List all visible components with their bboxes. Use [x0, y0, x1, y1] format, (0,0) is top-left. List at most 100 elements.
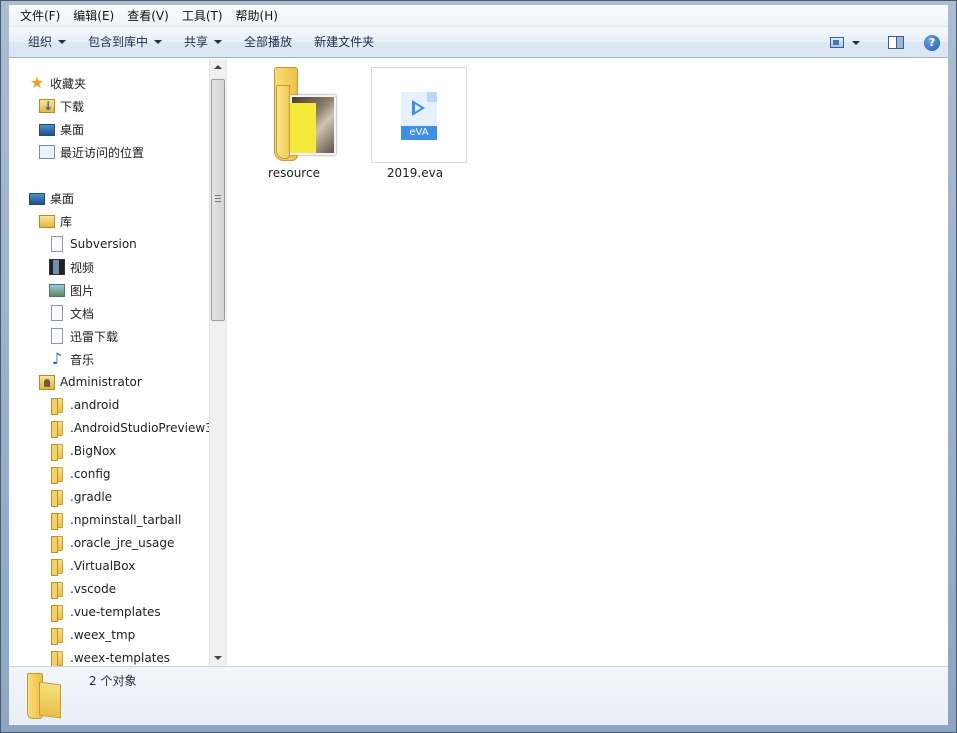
help-icon[interactable]: ?: [924, 34, 940, 51]
nav-folder[interactable]: .AndroidStudioPreview3: [49, 417, 213, 439]
nav-folder-label: .vscode: [70, 582, 117, 596]
organize-label: 组织: [28, 34, 53, 49]
nav-item-label: 下载: [60, 99, 85, 114]
nav-item-recent[interactable]: 最近访问的位置: [39, 141, 144, 163]
nav-folder-label: .BigNox: [70, 444, 117, 458]
nav-folder-label: .oracle_jre_usage: [70, 536, 175, 550]
library-icon: [39, 214, 55, 228]
preview-pane-icon[interactable]: [888, 36, 904, 49]
desktop-icon: [39, 124, 55, 136]
menu-edit[interactable]: 编辑(E): [68, 5, 122, 27]
chevron-down-icon: [58, 40, 67, 44]
nav-item-label: 文档: [70, 306, 95, 321]
nav-folder-label: .npminstall_tarball: [70, 513, 182, 527]
share-label: 共享: [184, 34, 209, 49]
explorer-window: 文件(F) 编辑(E) 查看(V) 工具(T) 帮助(H) 组织 包含到库中 共…: [0, 0, 957, 733]
chevron-down-icon: [154, 40, 163, 44]
navigation-pane: ★ 收藏夹 下载 桌面 最近访问的位置 桌面 库: [9, 59, 226, 666]
nav-user-label: Administrator: [60, 375, 142, 389]
nav-folder-label: .config: [70, 467, 111, 481]
downloads-folder-icon: [39, 99, 55, 113]
nav-user[interactable]: Administrator: [39, 371, 142, 393]
change-view-icon[interactable]: [830, 37, 844, 48]
nav-item-downloads[interactable]: 下载: [39, 95, 84, 117]
nav-scrollbar[interactable]: [209, 59, 226, 666]
view-controls: ?: [830, 27, 940, 58]
nav-folder[interactable]: .npminstall_tarball: [49, 509, 181, 531]
nav-folder[interactable]: .vscode: [49, 578, 116, 600]
menu-help[interactable]: 帮助(H): [231, 5, 286, 27]
nav-favorites[interactable]: ★ 收藏夹: [29, 72, 86, 94]
nav-item-desktop-fav[interactable]: 桌面: [39, 118, 84, 140]
menu-view[interactable]: 查看(V): [122, 5, 177, 27]
nav-item-music[interactable]: ♪ 音乐: [49, 348, 94, 370]
eva-badge: eVA: [401, 126, 437, 140]
scroll-thumb[interactable]: [211, 79, 225, 321]
nav-folder-label: .weex-templates: [70, 651, 171, 665]
nav-folder[interactable]: .vue-templates: [49, 601, 161, 623]
share-button[interactable]: 共享: [173, 27, 233, 58]
nav-folder[interactable]: .BigNox: [49, 440, 116, 462]
play-all-button[interactable]: 全部播放: [233, 27, 303, 58]
menu-bar: 文件(F) 编辑(E) 查看(V) 工具(T) 帮助(H): [9, 5, 948, 27]
nav-item-pictures[interactable]: 图片: [49, 279, 94, 301]
folder-icon: [27, 673, 63, 719]
menu-tools[interactable]: 工具(T): [177, 5, 231, 27]
nav-folder-label: .VirtualBox: [70, 559, 136, 573]
picture-icon: [49, 283, 65, 297]
nav-library-label: 库: [60, 214, 73, 229]
item-count: 2 个对象: [89, 674, 137, 688]
folder-icon: [51, 650, 63, 666]
scroll-up-button[interactable]: [210, 59, 226, 75]
desktop-icon: [29, 193, 45, 205]
nav-folder[interactable]: .weex-templates: [49, 647, 170, 666]
file-name: 2019.eva: [386, 166, 444, 180]
include-library-button[interactable]: 包含到库中: [77, 27, 173, 58]
nav-folder[interactable]: .config: [49, 463, 111, 485]
folder-icon: [51, 604, 63, 622]
nav-item-documents[interactable]: 文档: [49, 302, 94, 324]
nav-item-label: 音乐: [70, 352, 95, 367]
command-bar: 组织 包含到库中 共享 全部播放 新建文件夹 ?: [9, 27, 948, 58]
organize-button[interactable]: 组织: [17, 27, 77, 58]
arrow-down-icon: [214, 656, 222, 660]
nav-favorites-label: 收藏夹: [50, 76, 87, 91]
folder-icon: [274, 67, 338, 161]
folder-icon: [51, 627, 63, 645]
nav-folder[interactable]: .android: [49, 394, 119, 416]
nav-item-subversion[interactable]: Subversion: [49, 233, 137, 255]
nav-item-xunlei[interactable]: 迅雷下载: [49, 325, 118, 347]
nav-desktop[interactable]: 桌面: [29, 187, 74, 209]
nav-item-videos[interactable]: 视频: [49, 256, 94, 278]
nav-folder-label: .gradle: [70, 490, 113, 504]
file-item-eva[interactable]: eVA 2019.eva: [367, 59, 467, 181]
nav-folder[interactable]: .weex_tmp: [49, 624, 135, 646]
scroll-down-button[interactable]: [210, 650, 226, 666]
music-note-icon: ♪: [51, 349, 63, 368]
folder-icon: [51, 397, 63, 415]
nav-library[interactable]: 库: [39, 210, 72, 232]
chevron-down-icon: [214, 40, 223, 44]
film-icon: [49, 259, 65, 275]
file-item-resource[interactable]: resource: [246, 59, 342, 181]
recent-places-icon: [39, 145, 55, 159]
nav-folder-label: .weex_tmp: [70, 628, 136, 642]
document-library-icon: [51, 236, 63, 252]
nav-folder[interactable]: .oracle_jre_usage: [49, 532, 174, 554]
details-pane: 2 个对象: [9, 666, 948, 725]
menu-file[interactable]: 文件(F): [15, 5, 68, 27]
folder-icon: [51, 558, 63, 576]
nav-item-label: 最近访问的位置: [60, 145, 145, 160]
folder-icon: [51, 466, 63, 484]
download-library-icon: [51, 328, 63, 344]
folder-icon: [51, 489, 63, 507]
file-view: resource eVA 2019.eva: [228, 59, 948, 666]
view-options-chevron-icon[interactable]: [852, 40, 860, 45]
star-icon: ★: [29, 73, 45, 92]
nav-folder[interactable]: .VirtualBox: [49, 555, 135, 577]
folder-icon: [51, 512, 63, 530]
user-folder-icon: [39, 374, 55, 390]
new-folder-button[interactable]: 新建文件夹: [303, 27, 385, 58]
nav-folder[interactable]: .gradle: [49, 486, 112, 508]
folder-icon: [51, 581, 63, 599]
